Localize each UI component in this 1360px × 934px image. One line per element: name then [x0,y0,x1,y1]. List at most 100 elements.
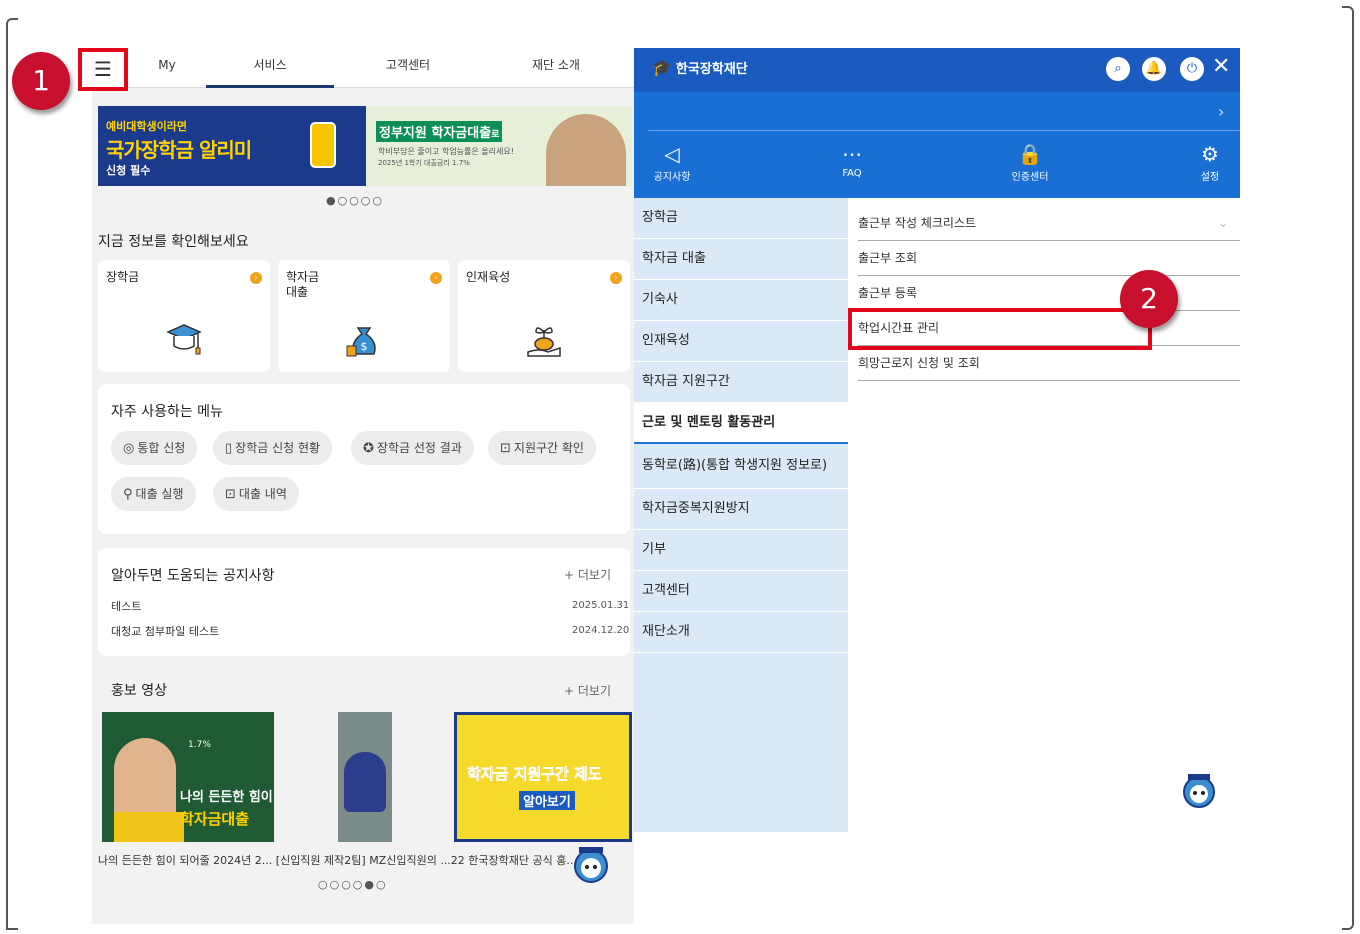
chatbot-mascot-icon[interactable] [1178,768,1220,812]
money-bag-icon: $ [346,327,376,357]
step-badge-2: 2 [1120,270,1178,328]
category-student-loan[interactable]: 학자금 대출 [634,239,848,280]
frequent-menu-title: 자주 사용하는 메뉴 [111,404,223,420]
category-talent[interactable]: 인재육성 [634,321,848,362]
banner-pagination[interactable]: ●○○○○ [326,194,384,207]
divider [648,130,1240,131]
quick-notice[interactable]: ◁ 공지사항 [632,142,712,183]
close-icon[interactable]: ✕ [1212,54,1230,79]
notice-item[interactable]: 테스트 [111,598,141,614]
step-badge-1: 1 [12,52,70,110]
notice-item[interactable]: 대청교 첨부파일 테스트 [111,623,219,639]
banner-left-line1: 예비대학생이라면 [106,120,187,133]
category-support-bracket[interactable]: 학자금 지원구간 [634,362,848,403]
info-section-title: 지금 정보를 확인해보세요 [98,234,249,250]
category-donghangro[interactable]: 동학로(路)(통합 학생지원 정보로) [634,446,848,489]
menu-header: 🎓 한국장학재단 ⌕ 🔔 ⏻ ✕ [634,48,1240,92]
subitem-attendance-lookup[interactable]: 출근부 조회 [858,241,1240,276]
document-icon: ▯ [225,441,233,456]
banner-loan: 정부지원 학자금대출로 학비부담은 줄이고 학업능률은 올리세요! 2025년 … [366,106,632,186]
lock-icon: 🔒 [1017,142,1043,166]
chip-integrated-apply[interactable]: ◎ 통합 신청 [111,431,198,465]
banner-people-image [546,114,626,186]
quick-settings[interactable]: ⚙ 설정 [1170,142,1250,183]
chip-label: 대출 실행 [135,487,184,501]
subitem-work-place-apply[interactable]: 희망근로지 신청 및 조회 [858,346,1240,381]
video-section-title: 홍보 영상 [111,683,167,699]
banner-right-title: 정부지원 학자금대출로 [376,121,503,142]
hamburger-menu-button[interactable]: ☰ [78,48,128,91]
medal-icon: ✪ [363,441,374,456]
search-icon[interactable]: ⌕ [1106,57,1130,81]
tab-about[interactable]: 재단 소개 [492,48,620,88]
video-more-link[interactable]: + 더보기 [564,682,611,699]
subitem-attendance-checklist[interactable]: 출근부 작성 체크리스트 ⌄ [858,206,1240,241]
presenter-shirt [114,812,184,842]
notice-title: 알아두면 도움되는 공지사항 [111,568,275,584]
frequent-menu-panel: 자주 사용하는 메뉴 ◎ 통합 신청 ▯ 장학금 신청 현황 ✪ 장학금 선정 결과 … [98,384,630,534]
banner-right-line1: 학비부담은 줄이고 학업능률은 올리세요! [378,147,514,156]
banner-right-line2: 2025년 1학기 대출금리 1.7% [378,159,470,167]
thumb1-text: 나의 든든한 힘이 [180,790,273,805]
chip-scholarship-result[interactable]: ✪ 장학금 선정 결과 [351,431,474,465]
quick-faq[interactable]: ⋯ FAQ [812,142,892,179]
chip-loan-execution[interactable]: ⚲ 대출 실행 [111,477,196,511]
card-scholarship[interactable]: 장학금 › [98,260,270,372]
mascot-figure [344,752,386,812]
card-talent-development[interactable]: 인재육성 › [458,260,630,372]
card-label: 학자금 대출 [286,270,320,299]
tab-customer-center[interactable]: 고객센터 [344,48,472,88]
card-student-loan[interactable]: 학자금 대출 › $ [278,260,450,372]
thumb1-text2: 학자금대출 [180,810,250,828]
notice-date: 2024.12.20 [572,625,630,636]
apply-icon: ◎ [123,441,135,456]
power-icon[interactable]: ⏻ [1180,57,1204,81]
chip-support-bracket[interactable]: ⊡ 지원구간 확인 [488,431,596,465]
quick-certificate[interactable]: 🔒 인증센터 [990,142,1070,183]
banner-left-line2: 국가장학금 알리미 [106,138,252,162]
category-duplicate-prevention[interactable]: 학자금중복지원방지 [634,489,848,530]
kosaf-logo[interactable]: 🎓 한국장학재단 [652,58,748,77]
left-bracket [6,18,18,930]
chip-scholarship-status[interactable]: ▯ 장학금 신청 현황 [213,431,333,465]
thumb3-text: 학자금 지원구간 제도 [467,765,602,784]
chevron-right-icon[interactable]: › [1218,102,1224,121]
card-label: 장학금 [106,270,140,284]
category-scholarship[interactable]: 장학금 [634,198,848,239]
chip-loan-history[interactable]: ⊡ 대출 내역 [213,477,299,511]
chip-label: 장학금 선정 결과 [376,441,462,455]
video-thumbnail-2[interactable] [338,712,392,842]
mobile-app-screen: My 서비스 고객센터 재단 소개 예비대학생이라면 국가장학금 알리미 신청 … [92,48,634,924]
video-thumbnail-3[interactable]: 학자금 지원구간 제도 알아보기 [454,712,632,842]
video-captions: 나의 든든한 힘이 되어줄 2024년 2... [신입직원 제작2팀] MZ신… [98,854,577,867]
notice-panel: 알아두면 도움되는 공지사항 + 더보기 테스트 2025.01.31 대청교 … [98,548,630,656]
search-doc-icon: ⊡ [500,441,511,456]
category-about[interactable]: 재단소개 [634,612,848,653]
video-pagination[interactable]: ○○○○●○ [318,878,388,891]
graduation-cap-icon: 🎓 [652,58,672,77]
magnify-icon: ⚲ [123,487,133,502]
quick-menu-strip: › ◁ 공지사항 ⋯ FAQ 🔒 인증센터 ⚙ 설정 [634,92,1240,198]
category-work-mentoring[interactable]: 근로 및 멘토링 활동관리 [634,403,848,444]
megaphone-icon: ◁ [664,142,680,166]
category-customer-center[interactable]: 고객센터 [634,571,848,612]
notice-more-link[interactable]: + 더보기 [564,566,611,583]
category-donation[interactable]: 기부 [634,530,848,571]
tab-my[interactable]: My [132,48,202,88]
promo-banner[interactable]: 예비대학생이라면 국가장학금 알리미 신청 필수 정부지원 학자금대출로 학비부… [98,106,632,186]
search-doc-icon: ⊡ [225,487,236,502]
bell-icon[interactable]: 🔔 [1142,57,1166,81]
thumb3-text2: 알아보기 [519,791,575,810]
category-dormitory[interactable]: 기숙사 [634,280,848,321]
subitem-attendance-register[interactable]: 출근부 등록 [858,276,1240,311]
chatbot-mascot-icon[interactable] [570,844,612,888]
video-thumbnail-1[interactable]: 1.7% 나의 든든한 힘이 학자금대출 [102,712,274,842]
phone-icon [310,122,336,168]
thumb1-rate: 1.7% [188,740,211,750]
banner-scholarship-alert: 예비대학생이라면 국가장학금 알리미 신청 필수 [98,106,366,186]
arrow-right-icon: › [430,272,442,284]
category-list: 장학금 학자금 대출 기숙사 인재육성 학자금 지원구간 근로 및 멘토링 활동… [634,198,848,832]
chip-label: 지원구간 확인 [513,441,584,455]
chevron-down-icon: ⌄ [1217,216,1228,230]
tab-service[interactable]: 서비스 [206,48,334,88]
